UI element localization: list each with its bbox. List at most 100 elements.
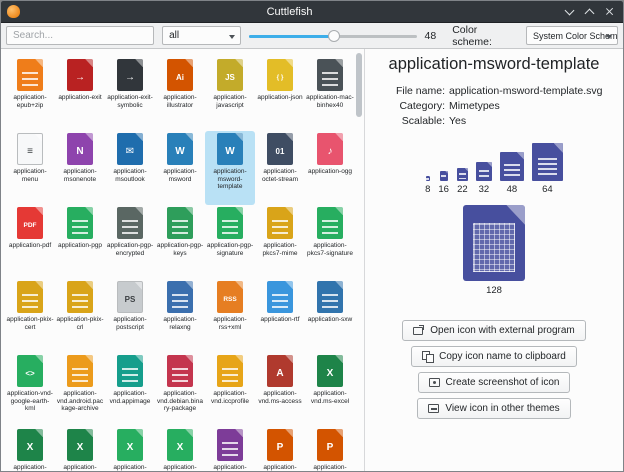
icon-grid-item[interactable]: application-pkcs7-mime — [255, 205, 305, 279]
detail-value: Mimetypes — [449, 99, 500, 114]
color-scheme-dropdown[interactable]: System Color Scheme — [526, 26, 618, 45]
file-icon-glyph — [67, 207, 93, 239]
icon-grid-item[interactable]: application-sxw — [305, 279, 355, 353]
icon-grid-item[interactable]: P application-vnd.ms-powerpoint — [255, 427, 305, 471]
icon-grid-item[interactable]: Ai application-illustrator — [155, 57, 205, 131]
file-icon-glyph: → — [117, 59, 143, 91]
file-icon: → — [67, 59, 93, 91]
icon-grid-item[interactable]: { } application-json — [255, 57, 305, 131]
minimize-button[interactable] — [559, 1, 579, 23]
cuttlefish-window: Cuttlefish all 48 Color scheme: System C… — [0, 0, 624, 472]
icon-grid-item[interactable]: application-vnd.android.package-archive — [55, 353, 105, 427]
icon-size-value: 48 — [425, 30, 437, 42]
size-preview-item: 8 — [425, 176, 430, 195]
category-dropdown[interactable]: all — [162, 26, 240, 45]
icon-grid-item[interactable]: application-vnd.appimage — [105, 353, 155, 427]
icon-label: application-vnd-google-earth-kml — [6, 390, 54, 413]
file-icon-glyph: X — [67, 429, 93, 461]
open-external-button[interactable]: Open icon with external program — [402, 320, 586, 341]
icon-grid-item[interactable]: ✉ application-msoutlook — [105, 131, 155, 205]
file-icon: P — [317, 429, 343, 461]
action-buttons: Open icon with external program Copy ico… — [375, 320, 613, 419]
icon-grid-item[interactable]: N application-msonenote — [55, 131, 105, 205]
file-icon-glyph — [317, 281, 343, 313]
scrollbar[interactable] — [356, 51, 363, 469]
icon-label: application-vnd.ms-excel.sheet.m — [106, 464, 154, 471]
icon-grid-item[interactable]: application-epub+zip — [5, 57, 55, 131]
size-preview-icon — [457, 168, 468, 181]
size-preview-icon — [440, 171, 448, 181]
detail-row: File name: application-msword-template.s… — [381, 84, 613, 99]
icon-grid-item[interactable]: application-rtf — [255, 279, 305, 353]
icon-grid-item[interactable]: application-vnd.iccprofile — [205, 353, 255, 427]
icon-grid-item[interactable]: PDF application-pdf — [5, 205, 55, 279]
screenshot-button[interactable]: Create screenshot of icon — [418, 372, 571, 393]
icon-grid-item[interactable]: application-mac-binhex40 — [305, 57, 355, 131]
file-icon: ♪ — [317, 133, 343, 165]
main-area: application-epub+zip → application-exit … — [1, 49, 623, 471]
icon-grid-item[interactable]: X application-vnd.ms-excel.templat — [155, 427, 205, 471]
icon-grid-item[interactable]: X application-vnd.ms-excel — [305, 353, 355, 427]
icon-grid-item[interactable]: <> application-vnd-google-earth-kml — [5, 353, 55, 427]
icon-grid-item[interactable]: PS application-postscript — [105, 279, 155, 353]
scrollbar-thumb[interactable] — [356, 53, 362, 117]
icon-label: application-vnd.ms-powerpoint.a — [306, 464, 354, 471]
icon-grid-item[interactable]: 01 application-octet-stream — [255, 131, 305, 205]
file-icon-glyph — [217, 429, 243, 461]
icon-grid-item[interactable]: RSS application-rss+xml — [205, 279, 255, 353]
icon-grid-item[interactable]: application-pkix-cert — [5, 279, 55, 353]
size-preview-icon — [476, 162, 492, 181]
size-preview-label: 48 — [507, 184, 518, 195]
file-icon — [117, 207, 143, 239]
icon-grid-item[interactable]: application-vnd.ms-infopath — [205, 427, 255, 471]
icon-grid-item[interactable]: application-relaxng — [155, 279, 205, 353]
size-preview-item: 32 — [476, 162, 492, 195]
size-preview-label: 22 — [457, 184, 468, 195]
slider-handle[interactable] — [328, 30, 340, 42]
icon-grid-item[interactable]: W application-msword-template — [205, 131, 255, 205]
file-icon-glyph — [317, 207, 343, 239]
icon-grid-item[interactable]: application-pkcs7-signature — [305, 205, 355, 279]
size-preview-icon — [532, 143, 563, 181]
icon-label: application-relaxng — [156, 316, 204, 331]
icon-label: application-vnd.ms-powerpoint — [256, 464, 304, 471]
icon-grid-item[interactable]: application-pgp — [55, 205, 105, 279]
icon-grid-item[interactable]: application-pgp-keys — [155, 205, 205, 279]
icon-grid-item[interactable]: P application-vnd.ms-powerpoint.a — [305, 427, 355, 471]
size-preview-item: 16 — [438, 171, 449, 195]
file-icon: A — [267, 355, 293, 387]
large-preview-icon — [463, 205, 525, 281]
icon-grid-item[interactable]: X application-vnd.ms-excel.sheet.bi — [55, 427, 105, 471]
icon-grid-item[interactable]: → application-exit-symbolic — [105, 57, 155, 131]
file-icon-glyph: X — [117, 429, 143, 461]
icon-details: File name: application-msword-template.s… — [381, 84, 613, 129]
icon-grid-item[interactable]: application-vnd.debian.binary-package — [155, 353, 205, 427]
cuttlefish-app-icon — [7, 5, 20, 18]
file-icon-glyph: ♪ — [317, 133, 343, 165]
icon-label: application-json — [256, 94, 304, 102]
icon-grid-item[interactable]: ♪ application-ogg — [305, 131, 355, 205]
icon-grid-item[interactable]: X application-vnd.ms-excel.sheet.m — [105, 427, 155, 471]
icon-grid-item[interactable]: A application-vnd.ms-access — [255, 353, 305, 427]
icon-grid-item[interactable]: → application-exit — [55, 57, 105, 131]
file-icon — [317, 281, 343, 313]
file-icon-glyph: X — [17, 429, 43, 461]
file-icon — [167, 355, 193, 387]
icon-grid-item[interactable]: application-pkix-crl — [55, 279, 105, 353]
icon-grid-item[interactable]: application-pgp-encrypted — [105, 205, 155, 279]
icon-size-slider[interactable] — [249, 27, 417, 45]
file-icon: JS — [217, 59, 243, 91]
icon-grid-item[interactable]: ≡ application-menu — [5, 131, 55, 205]
copy-name-button[interactable]: Copy icon name to clipboard — [411, 346, 577, 367]
icon-grid: application-epub+zip → application-exit … — [1, 49, 364, 471]
close-button[interactable] — [599, 1, 619, 23]
icon-grid-item[interactable]: JS application-javascript — [205, 57, 255, 131]
file-icon-glyph: N — [67, 133, 93, 165]
maximize-button[interactable] — [579, 1, 599, 23]
icon-grid-item[interactable]: application-pgp-signature — [205, 205, 255, 279]
icon-label: application-pkcs7-signature — [306, 242, 354, 257]
search-input[interactable] — [6, 26, 154, 45]
icon-grid-item[interactable]: X application-vnd.ms-excel.addin.m — [5, 427, 55, 471]
icon-grid-item[interactable]: W application-msword — [155, 131, 205, 205]
view-other-themes-button[interactable]: View icon in other themes — [417, 398, 570, 419]
